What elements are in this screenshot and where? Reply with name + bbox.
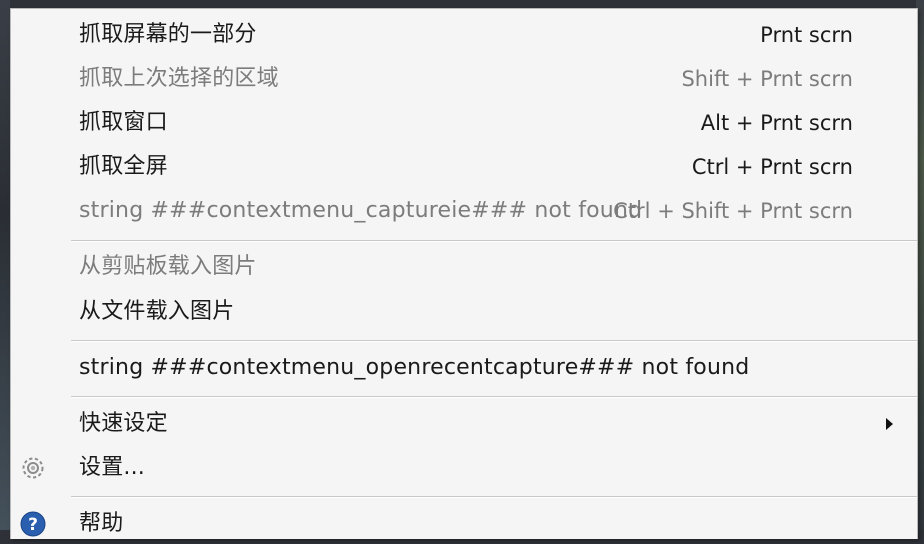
menu-item-label: 快速设定 bbox=[79, 411, 168, 436]
menu-item-label: 抓取窗口 bbox=[79, 110, 168, 135]
menu-item-quick-settings[interactable]: 快速设定 bbox=[11, 404, 917, 444]
svg-text:?: ? bbox=[28, 515, 38, 535]
menu-item-label: string ###contextmenu_openrecentcapture#… bbox=[79, 355, 750, 380]
menu-separator bbox=[71, 396, 917, 398]
menu-item-shortcut: Ctrl + Shift + Prnt scrn bbox=[613, 199, 853, 223]
menu-item-help[interactable]: ? 帮助 bbox=[11, 504, 917, 544]
menu-item-capture-ie[interactable]: string ###contextmenu_captureie### not f… bbox=[11, 191, 917, 231]
menu-item-shortcut: Shift + Prnt scrn bbox=[681, 67, 853, 91]
menu-item-label: 抓取屏幕的一部分 bbox=[79, 22, 257, 47]
menu-item-load-from-clipboard[interactable]: 从剪贴板载入图片 bbox=[11, 247, 917, 287]
menu-separator bbox=[71, 496, 917, 498]
menu-item-shortcut: Ctrl + Prnt scrn bbox=[691, 155, 853, 179]
help-icon: ? bbox=[19, 510, 47, 538]
menu-item-capture-region[interactable]: 抓取屏幕的一部分 Prnt scrn bbox=[11, 15, 917, 55]
menu-item-label: 抓取全屏 bbox=[79, 154, 168, 179]
menu-item-load-from-file[interactable]: 从文件载入图片 bbox=[11, 292, 917, 332]
menu-item-open-recent-capture[interactable]: string ###contextmenu_openrecentcapture#… bbox=[11, 348, 917, 388]
menu-item-capture-window[interactable]: 抓取窗口 Alt + Prnt scrn bbox=[11, 103, 917, 143]
menu-item-capture-fullscreen[interactable]: 抓取全屏 Ctrl + Prnt scrn bbox=[11, 147, 917, 187]
menu-item-label: 抓取上次选择的区域 bbox=[79, 66, 279, 91]
menu-item-shortcut: Prnt scrn bbox=[760, 23, 853, 47]
menu-item-settings[interactable]: 设置... bbox=[11, 448, 917, 488]
menu-item-label: string ###contextmenu_captureie### not f… bbox=[79, 198, 643, 223]
menu-item-capture-last-region[interactable]: 抓取上次选择的区域 Shift + Prnt scrn bbox=[11, 59, 917, 99]
menu-item-label: 设置... bbox=[79, 455, 145, 480]
menu-separator bbox=[71, 240, 917, 242]
context-menu: 抓取屏幕的一部分 Prnt scrn 抓取上次选择的区域 Shift + Prn… bbox=[10, 8, 918, 539]
menu-item-label: 从剪贴板载入图片 bbox=[79, 254, 257, 279]
chevron-right-icon bbox=[886, 418, 893, 430]
gear-icon bbox=[19, 454, 47, 482]
desktop-backdrop-left bbox=[0, 0, 10, 530]
menu-item-label: 帮助 bbox=[79, 511, 124, 536]
menu-item-label: 从文件载入图片 bbox=[79, 299, 235, 324]
menu-item-shortcut: Alt + Prnt scrn bbox=[700, 111, 853, 135]
menu-separator bbox=[71, 340, 917, 342]
